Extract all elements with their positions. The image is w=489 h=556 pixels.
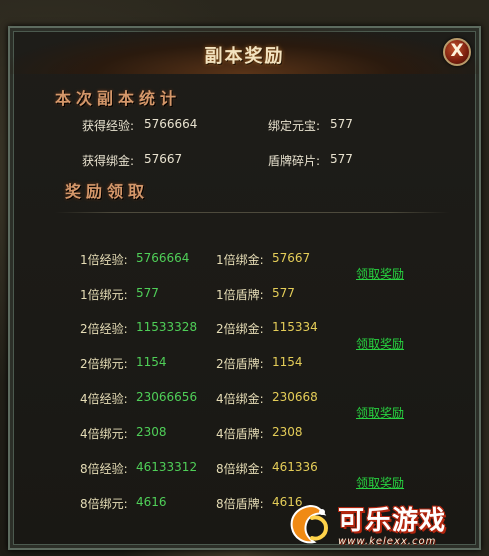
rewards-section-title: 奖励领取 [65,182,150,201]
tier4-yuan-label: 4倍绑元: [80,427,128,441]
stat-shield-fragment-label: 盾牌碎片: [268,154,321,168]
tier4-yuan-value: 2308 [136,425,167,439]
watermark-site-name: 可乐游戏 [338,506,447,536]
tier2-exp-label: 2倍经验: [80,322,128,336]
tier8-exp-label: 8倍经验: [80,462,128,476]
tier1-shield-value: 577 [272,286,295,300]
tier4-shield-label: 4倍盾牌: [216,427,264,441]
tier8-yuan-value: 4616 [136,495,167,509]
stat-bound-yuanbao-value: 577 [330,117,353,131]
tier1-gold-value: 57667 [272,251,311,265]
stat-bound-yuanbao-label: 绑定元宝: [268,119,321,133]
tier4-exp-label: 4倍经验: [80,392,128,406]
dialog-title: 副本奖励 [204,46,285,67]
watermark-url: www.kelexx.com [338,536,437,547]
tier2-yuan-label: 2倍绑元: [80,357,128,371]
tier8-yuan-label: 8倍绑元: [80,497,128,511]
tier2-gold-label: 2倍绑金: [216,322,264,336]
section-divider [55,212,449,213]
tier8-gold-label: 8倍绑金: [216,462,264,476]
site-watermark: 可乐游戏 www.kelexx.com [286,500,486,550]
tier8-exp-value: 46133312 [136,460,198,474]
tier2-yuan-value: 1154 [136,355,167,369]
tier4-claim-button[interactable]: 领取奖励 [356,404,404,421]
title-bar: 副本奖励 X [10,28,479,74]
tier2-shield-label: 2倍盾牌: [216,357,264,371]
tier8-shield-label: 8倍盾牌: [216,497,264,511]
tier1-yuan-label: 1倍绑元: [80,288,128,302]
tier1-yuan-value: 577 [136,286,159,300]
tier2-shield-value: 1154 [272,355,303,369]
stats-section-title: 本次副本统计 [55,89,182,108]
kele-logo-icon [290,504,329,544]
tier1-gold-label: 1倍绑金: [216,253,264,267]
dungeon-reward-dialog: 副本奖励 X 本次副本统计 获得经验: 5766664 绑定元宝: 577 获得… [8,26,481,550]
tier8-claim-button[interactable]: 领取奖励 [356,474,404,491]
close-button[interactable]: X [443,38,471,66]
tier1-shield-label: 1倍盾牌: [216,288,264,302]
tier2-exp-value: 11533328 [136,320,198,334]
tier4-gold-label: 4倍绑金: [216,392,264,406]
stat-bound-gold-value: 57667 [144,152,183,166]
tier4-gold-value: 230668 [272,390,318,404]
tier4-shield-value: 2308 [272,425,303,439]
stat-exp-label: 获得经验: [82,119,135,133]
stat-bound-gold-label: 获得绑金: [82,154,135,168]
tier2-claim-button[interactable]: 领取奖励 [356,335,404,352]
stat-exp-value: 5766664 [144,117,198,131]
stat-shield-fragment-value: 577 [330,152,353,166]
tier1-exp-label: 1倍经验: [80,253,128,267]
tier1-exp-value: 5766664 [136,251,190,265]
tier8-gold-value: 461336 [272,460,318,474]
tier4-exp-value: 23066656 [136,390,198,404]
tier2-gold-value: 115334 [272,320,318,334]
tier1-claim-button[interactable]: 领取奖励 [356,265,404,282]
